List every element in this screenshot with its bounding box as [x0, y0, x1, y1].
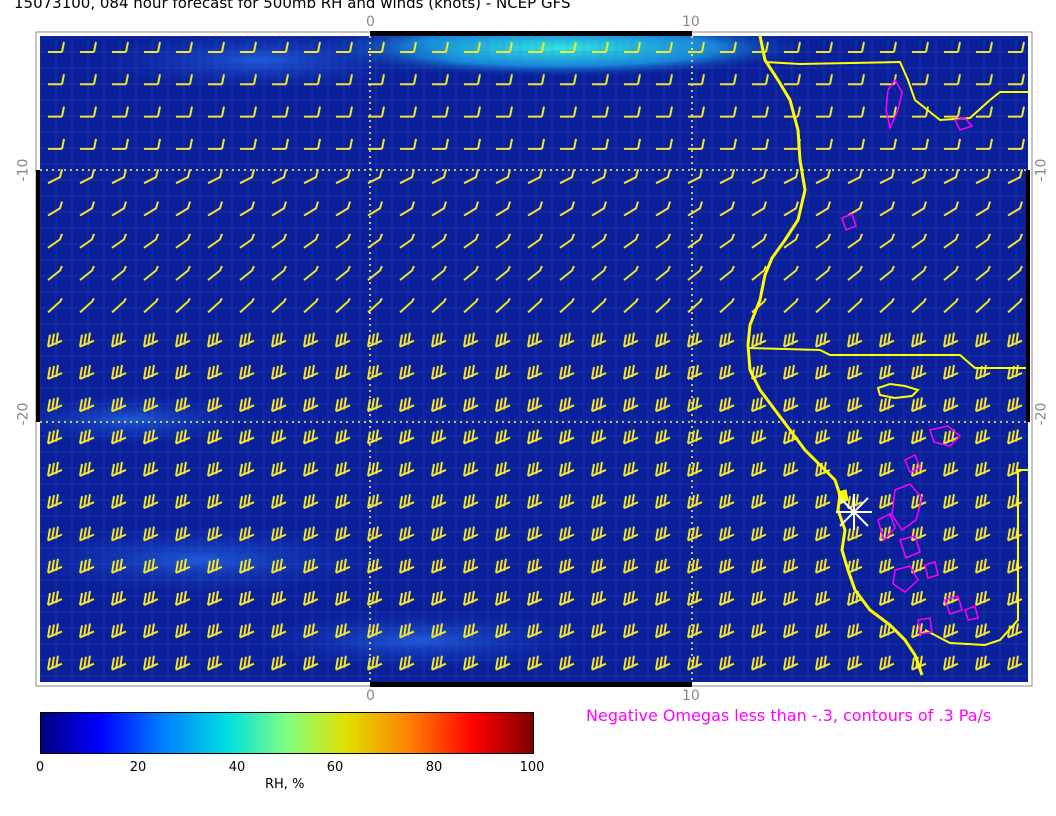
- right-axis-bar: [1026, 170, 1030, 422]
- left-tick-m20: -20: [15, 402, 32, 426]
- left-axis-bar: [36, 170, 40, 422]
- colorbar-tick: 0: [35, 760, 45, 775]
- colorbar-label: RH, %: [265, 777, 305, 792]
- left-tick-m10: -10: [15, 158, 32, 182]
- top-axis-bar: [370, 31, 692, 36]
- colorbar-tick: 60: [326, 760, 344, 775]
- right-tick-m10: -10: [1033, 158, 1050, 182]
- bottom-tick-0: 0: [366, 688, 375, 704]
- colorbar-tick: 40: [228, 760, 246, 775]
- top-tick-0: 0: [366, 14, 375, 30]
- map-canvas: [35, 31, 1033, 687]
- colorbar-tick: 80: [425, 760, 443, 775]
- bottom-tick-10: 10: [682, 688, 700, 704]
- omega-legend-text: Negative Omegas less than -.3, contours …: [586, 706, 992, 725]
- station-marker: [836, 494, 872, 530]
- colorbar-tick: 20: [129, 760, 147, 775]
- bottom-axis-bar: [370, 682, 692, 687]
- top-tick-10: 10: [682, 14, 700, 30]
- colorbar-tick: 100: [519, 760, 545, 775]
- rh-colorbar: [40, 712, 534, 754]
- right-tick-m20: -20: [1033, 402, 1050, 426]
